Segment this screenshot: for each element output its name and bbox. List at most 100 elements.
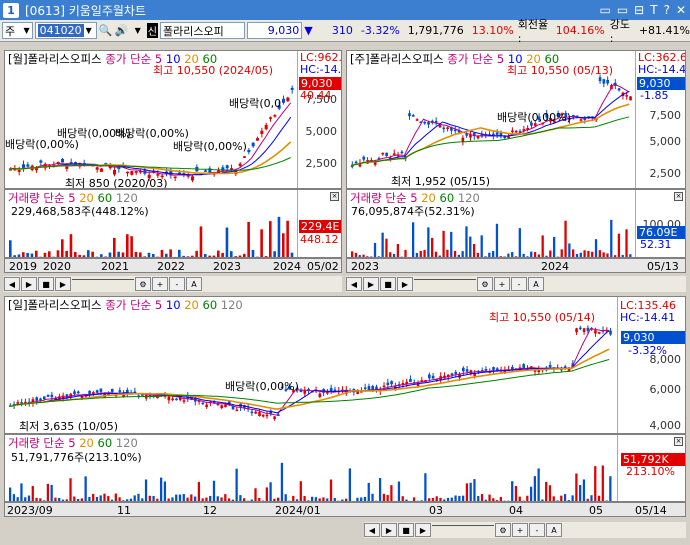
candle [454,371,458,375]
minimize-icon[interactable]: ⊟ [634,3,644,17]
close-icon[interactable]: ✕ [676,3,686,17]
volume-bar [362,254,365,257]
play-button[interactable]: ▶ [415,523,431,537]
candle [495,132,499,135]
volume-bar [465,483,469,501]
volume-bar [495,500,499,501]
zoom-slider[interactable] [414,279,476,289]
volume-bar [564,220,567,257]
stock-name: 폴라리스오피 [159,22,246,39]
monthly-nav: ◀ ▶ ■ ▶ ⚙ + - A [4,276,342,292]
close-icon[interactable]: × [330,192,339,201]
ma-label: 종가 단순 [105,52,152,66]
daily-low-label: 최저 3,635 (10/05) [19,420,119,433]
help-icon[interactable]: ? [664,3,670,17]
settings-icon[interactable]: ⚙ [135,277,151,291]
search-icon[interactable]: 🔍 [99,22,113,39]
monthly-low-label: 최저 850 (2020/03) [65,177,168,189]
volume-bar [152,253,155,257]
volume-bar [563,494,567,501]
stop-button[interactable]: ■ [380,277,396,291]
volume-bar [20,483,23,501]
daily-price-tag: 9,030 [621,331,685,344]
daily-price-chart[interactable]: 6,000 4,000 8,000 LC:135.46 HC:-14.41 9,… [4,296,686,434]
dividend-label: 배당락(0,00%) [497,111,571,124]
volume-bar [472,243,476,257]
volume-bar [556,500,559,501]
volume-bar [609,476,612,501]
stop-button[interactable]: ■ [398,523,414,537]
auto-button[interactable]: A [186,277,202,291]
settings-icon[interactable]: ⚙ [477,277,493,291]
volume-bar [280,462,284,501]
close-icon[interactable]: × [674,437,683,446]
close-icon[interactable]: × [674,192,683,201]
candle [382,385,386,388]
market-select[interactable]: 주 ▼ [2,22,33,39]
dropdown-icon[interactable]: ▼ [131,22,145,39]
volume-bar [318,498,321,501]
zoom-in-button[interactable]: + [152,277,168,291]
volume-bar [541,499,544,501]
volume-bar [446,497,450,501]
candle [415,119,419,121]
weekly-volume-chart[interactable]: 100.00 76.09E 52.31 × 거래량 단순 5 20 60 120… [346,189,686,258]
scroll-right-button[interactable]: ▶ [363,277,379,291]
zoom-in-button[interactable]: + [512,523,528,537]
candle [594,330,597,334]
volume-bar [42,500,46,501]
volume-bar [499,496,503,501]
candle [46,394,50,397]
volume-bar [110,499,114,501]
weekly-price-chart[interactable]: 7,500 5,000 2,500 LC:362.6 HC:-14.4 9,03… [346,50,686,189]
zoom-in-button[interactable]: + [494,277,510,291]
scroll-left-button[interactable]: ◀ [4,277,20,291]
volume-bar [141,498,144,501]
moving-average-line [8,359,610,407]
volume-bar [92,493,95,501]
font-icon[interactable]: T [650,3,657,17]
monthly-price-chart[interactable]: 7,500 5,000 2,500 LC:962.3 HC:-14.4 9,03… [4,50,342,189]
zoom-slider[interactable] [72,279,134,289]
volume-bar [175,494,178,501]
volume-bar [103,493,106,501]
scroll-right-button[interactable]: ▶ [381,523,397,537]
zoom-out-button[interactable]: - [169,277,185,291]
volume-bar [87,250,90,257]
volume-bar [351,251,354,257]
volume-bar [518,228,521,257]
volume-bar [250,499,253,501]
zoom-out-button[interactable]: - [529,523,545,537]
scroll-left-button[interactable]: ◀ [364,523,380,537]
volume-bar [39,498,42,501]
copy-icon[interactable]: ▭ [617,3,628,17]
settings-icon[interactable]: ⚙ [495,523,511,537]
volume-bar [54,497,57,501]
volume-bar [160,477,163,501]
stock-code-input[interactable]: 041020 ▼ [34,22,97,39]
candle [290,87,294,90]
play-button[interactable]: ▶ [55,277,71,291]
volume-bar [139,252,142,257]
play-button[interactable]: ▶ [397,277,413,291]
speaker-icon[interactable]: 🔊 [115,22,129,39]
zoom-slider[interactable] [432,525,494,535]
volume-bar [9,487,12,501]
stop-button[interactable]: ■ [38,277,54,291]
volume-bar [234,256,237,257]
scroll-right-button[interactable]: ▶ [21,277,37,291]
monthly-volume-chart[interactable]: 229.4E 448.12 × 거래량 단순 5 20 60 120 229,4… [4,189,342,258]
auto-button[interactable]: A [546,523,562,537]
volume-bar [137,493,140,501]
scroll-left-button[interactable]: ◀ [346,277,362,291]
volume-bar [582,479,586,501]
volume-bar [277,497,280,501]
candle [39,160,43,163]
daily-volume-chart[interactable]: 51,792K 213.10% × 거래량 단순 5 20 60 120 51,… [4,434,686,502]
volume-bar [148,495,151,501]
candle [173,176,177,179]
link-icon[interactable]: ▭ [599,3,610,17]
zoom-out-button[interactable]: - [511,277,527,291]
candle [507,136,510,139]
auto-button[interactable]: A [528,277,544,291]
